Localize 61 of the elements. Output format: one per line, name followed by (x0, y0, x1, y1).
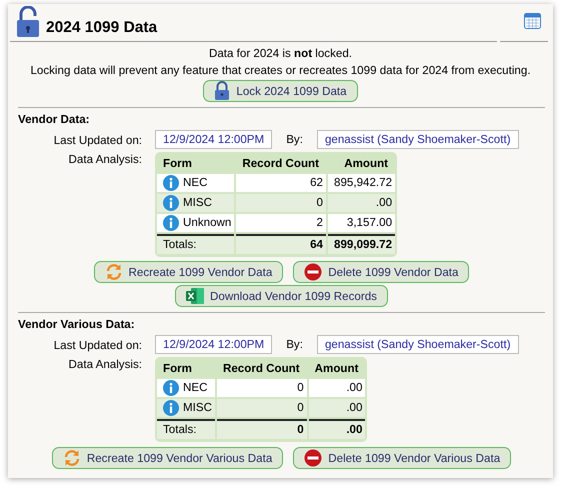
form-name: MISC (183, 400, 212, 416)
download-button[interactable]: Download Vendor 1099 Records (175, 285, 388, 307)
table-cell: 3,157.00 (328, 214, 396, 232)
form-name: MISC (183, 195, 212, 211)
field-label: Last Updated on: (52, 338, 142, 352)
table-cell: .00 (328, 194, 396, 212)
table-cell: 0 (216, 379, 307, 397)
minus-circle-icon (304, 263, 322, 281)
form-name: NEC (183, 380, 208, 396)
refresh-icon (62, 449, 81, 467)
table-cell: 62 (236, 174, 326, 192)
table-cell: .00 (308, 399, 366, 417)
info-icon[interactable] (163, 195, 179, 211)
padlock-icon (214, 81, 230, 101)
table-cell: .00 (308, 379, 366, 397)
column-header: Amount (314, 361, 360, 377)
lock-status-text: Data for 2024 is not locked. (208, 46, 352, 61)
section-title: Vendor Data: (18, 113, 91, 126)
table-cell: 64 (236, 234, 326, 254)
table-cell: 0 (216, 399, 307, 417)
column-header: Form (162, 361, 193, 377)
padlock-icon (16, 6, 42, 38)
table-cell: 0 (236, 194, 326, 212)
delete-button[interactable]: Delete 1099 Vendor Data (293, 261, 470, 283)
minus-circle-icon (304, 449, 322, 467)
recreate-button[interactable]: Recreate 1099 Vendor Various Data (52, 447, 284, 469)
lock-note-text: Locking data will prevent any feature that creates or recreates 1099 data for 2024 from executing. (30, 63, 531, 78)
table-cell: 899,099.72 (328, 234, 396, 254)
lock-button[interactable]: Lock 2024 1099 Data (203, 80, 358, 102)
info-icon[interactable] (163, 400, 179, 416)
info-icon[interactable] (163, 215, 179, 231)
date-field: 12/9/2024 12:00PM (155, 130, 272, 149)
field-label: Last Updated on: (52, 132, 142, 146)
column-header: Amount (343, 156, 390, 172)
info-icon[interactable] (163, 175, 179, 191)
info-icon[interactable] (163, 380, 179, 396)
column-header: Record Count (222, 361, 301, 377)
table-cell: 2 (236, 214, 326, 232)
field-label: Data Analysis: (68, 357, 142, 371)
column-header: Form (162, 156, 193, 172)
spreadsheet-icon (186, 288, 204, 304)
field-label: By: (286, 133, 303, 146)
form-name: Unknown (183, 215, 232, 231)
column-header: Record Count (241, 156, 320, 172)
date-field: 12/9/2024 12:00PM (155, 335, 272, 354)
table-cell: .00 (308, 419, 366, 439)
user-field: genassist (Sandy Shoemaker-Scott) (316, 130, 519, 149)
table-cell: 895,942.72 (328, 174, 396, 192)
field-label: Data Analysis: (68, 152, 142, 166)
table-cell: Totals: (157, 234, 234, 254)
user-field: genassist (Sandy Shoemaker-Scott) (316, 335, 519, 354)
table-cell: 0 (216, 419, 307, 439)
form-name: NEC (183, 175, 208, 191)
recreate-button[interactable]: Recreate 1099 Vendor Data (94, 261, 284, 283)
table-cell: Totals: (157, 419, 215, 439)
field-label: By: (286, 338, 303, 351)
section-title: Vendor Various Data: (18, 318, 136, 331)
window-title: 2024 1099 Data (46, 19, 158, 38)
refresh-icon (104, 263, 123, 281)
calendar-icon[interactable] (524, 13, 541, 29)
delete-button[interactable]: Delete 1099 Vendor Various Data (293, 447, 512, 469)
